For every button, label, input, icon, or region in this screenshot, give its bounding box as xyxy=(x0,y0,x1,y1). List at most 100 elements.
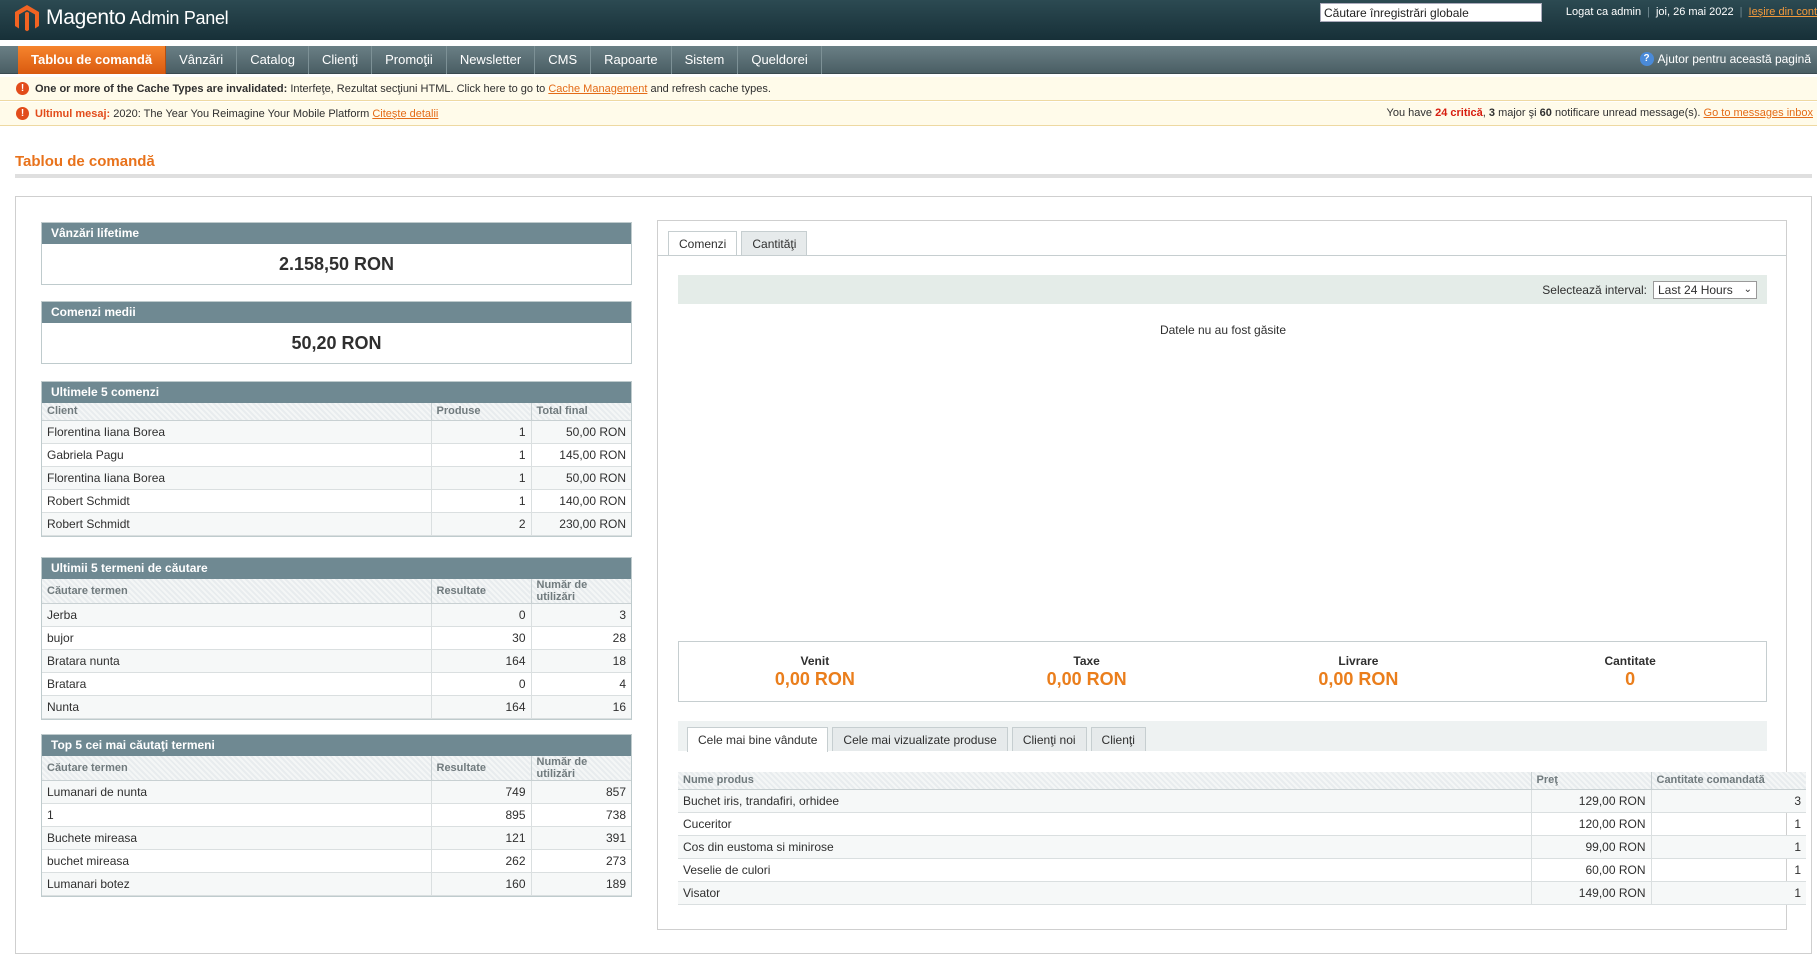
cache-management-link[interactable]: Cache Management xyxy=(548,83,647,95)
nav-customers[interactable]: Clienţi xyxy=(309,46,373,74)
quantity-cell: 1 xyxy=(1651,858,1806,882)
tab-most-viewed[interactable]: Cele mai vizualizate produse xyxy=(832,727,1008,751)
customer-cell: Florentina Iiana Borea xyxy=(42,466,432,490)
title-divider xyxy=(15,174,1812,178)
column-header[interactable]: Nume produs xyxy=(678,772,1532,790)
column-header[interactable]: Resultate xyxy=(431,756,532,781)
table-row[interactable]: Cos din eustoma si minirose 99,00 RON 1 xyxy=(678,835,1806,859)
top-search-box: Top 5 cei mai căutaţi termeni Căutare te… xyxy=(41,734,632,897)
header-user-links: Logat ca admin | joi, 26 mai 2022 | Ieşi… xyxy=(1566,6,1817,18)
price-cell: 99,00 RON xyxy=(1531,835,1652,859)
search-term-cell: Bratara nunta xyxy=(42,649,432,673)
column-header[interactable]: Căutare termen xyxy=(42,756,432,781)
table-row[interactable]: buchet mireasa 262 273 xyxy=(42,849,631,873)
column-header[interactable]: Căutare termen xyxy=(42,579,432,604)
interval-bar: Selectează interval: Last 24 Hours ⌄ xyxy=(678,275,1767,304)
read-details-link[interactable]: Citeşte detalii xyxy=(372,108,438,120)
total-value: 0,00 RON xyxy=(1046,669,1127,689)
search-term-cell: buchet mireasa xyxy=(42,849,432,873)
table-header-row: Client Produse Total final xyxy=(42,403,631,421)
lifetime-sales-box: Vânzări lifetime 2.158,50 RON xyxy=(41,222,632,285)
chevron-down-icon: ⌄ xyxy=(1743,284,1752,295)
nav-queldorei[interactable]: Queldorei xyxy=(738,46,822,74)
column-header[interactable]: Cantitate comandată xyxy=(1651,772,1806,790)
lifetime-sales-value: 2.158,50 RON xyxy=(278,254,395,274)
tab-new-customers[interactable]: Clienţi noi xyxy=(1011,727,1087,751)
help-link[interactable]: ? Ajutor pentru această pagină xyxy=(1639,52,1811,66)
last-message-text: 2020: The Year You Reimagine Your Mobile… xyxy=(110,107,373,120)
product-name-cell: Cos din eustoma si minirose xyxy=(678,835,1532,859)
warning-icon: ! xyxy=(16,82,29,95)
table-row[interactable]: Bratara 0 4 xyxy=(42,672,631,696)
nav-items: Tablou de comandă Vânzări Catalog Clienţ… xyxy=(18,46,822,74)
customer-cell: Gabriela Pagu xyxy=(42,443,432,467)
results-cell: 164 xyxy=(431,649,532,673)
separator: | xyxy=(1739,6,1743,18)
warning-icon: ! xyxy=(16,107,29,120)
table-row[interactable]: Cuceritor 120,00 RON 1 xyxy=(678,812,1806,836)
search-term-cell: Jerba xyxy=(42,603,432,627)
price-cell: 129,00 RON xyxy=(1531,789,1652,813)
tab-amounts[interactable]: Cantităţi xyxy=(741,231,808,255)
nav-catalog[interactable]: Catalog xyxy=(237,46,309,74)
results-cell: 0 xyxy=(431,603,532,627)
results-cell: 262 xyxy=(431,849,532,873)
table-row[interactable]: Gabriela Pagu 1 145,00 RON xyxy=(42,443,631,467)
nav-cms[interactable]: CMS xyxy=(535,46,592,74)
nav-system[interactable]: Sistem xyxy=(672,46,739,74)
table-row[interactable]: Buchet iris, trandafiri, orhidee 129,00 R… xyxy=(678,789,1806,813)
total-tax: Taxe 0,00 RON xyxy=(951,642,1223,701)
uses-cell: 16 xyxy=(531,695,631,719)
table-row[interactable]: Jerba 0 3 xyxy=(42,603,631,627)
average-orders-value: 50,20 RON xyxy=(291,333,382,353)
table-row[interactable]: Buchete mireasa 121 391 xyxy=(42,826,631,850)
table-row[interactable]: Florentina Iiana Borea 1 50,00 RON xyxy=(42,420,631,444)
table-row[interactable]: Florentina Iiana Borea 1 50,00 RON xyxy=(42,466,631,490)
main-nav: Tablou de comandă Vânzări Catalog Clienţ… xyxy=(0,46,1817,74)
tab-bestsellers[interactable]: Cele mai bine vândute xyxy=(687,727,829,752)
table-row[interactable]: Visator 149,00 RON 1 xyxy=(678,881,1806,905)
total-quantity: Cantitate 0 xyxy=(1494,642,1766,701)
table-row[interactable]: Nunta 164 16 xyxy=(42,695,631,719)
box-title: Comenzi medii xyxy=(42,302,631,323)
uses-cell: 391 xyxy=(531,826,631,850)
interval-label: Selectează interval: xyxy=(1542,283,1647,297)
column-header[interactable]: Client xyxy=(42,403,432,421)
diagram-tabs: Comenzi Cantităţi xyxy=(668,231,808,256)
interval-select[interactable]: Last 24 Hours ⌄ xyxy=(1653,281,1757,299)
table-row[interactable]: Lumanari de nunta 749 857 xyxy=(42,780,631,804)
messages-inbox-link[interactable]: Go to messages inbox xyxy=(1704,107,1813,119)
table-row[interactable]: Robert Schmidt 2 230,00 RON xyxy=(42,512,631,536)
logout-link[interactable]: Ieşire din cont xyxy=(1749,6,1817,18)
column-header[interactable]: Număr de utilizări xyxy=(531,579,631,604)
nav-promotions[interactable]: Promoţii xyxy=(372,46,447,74)
table-row[interactable]: Robert Schmidt 1 140,00 RON xyxy=(42,489,631,513)
column-header[interactable]: Total final xyxy=(531,403,631,421)
tabs-divider xyxy=(658,255,1786,256)
table-row[interactable]: Bratara nunta 164 18 xyxy=(42,649,631,673)
nav-newsletter[interactable]: Newsletter xyxy=(447,46,536,74)
column-header[interactable]: Număr de utilizări xyxy=(531,756,631,781)
nav-reports[interactable]: Rapoarte xyxy=(591,46,672,74)
nav-dashboard[interactable]: Tablou de comandă xyxy=(18,46,167,74)
inbox-summary: You have 24 critică, 3 major şi 60 notif… xyxy=(1387,107,1813,119)
logo-sub: Admin Panel xyxy=(129,8,229,28)
column-header[interactable]: Resultate xyxy=(431,579,532,604)
separator: | xyxy=(1647,6,1650,18)
column-header[interactable]: Preţ xyxy=(1531,772,1652,790)
column-header[interactable]: Produse xyxy=(431,403,532,421)
table-row[interactable]: Lumanari botez 160 189 xyxy=(42,872,631,896)
table-row[interactable]: Veselie de culori 60,00 RON 1 xyxy=(678,858,1806,882)
nav-sales[interactable]: Vânzări xyxy=(166,46,238,74)
total-label: Venit xyxy=(800,654,830,668)
global-search-input[interactable] xyxy=(1320,3,1542,22)
tab-orders[interactable]: Comenzi xyxy=(668,231,738,256)
total-label: Livrare xyxy=(1338,654,1379,668)
table-row[interactable]: 1 895 738 xyxy=(42,803,631,827)
tab-customers[interactable]: Clienţi xyxy=(1090,727,1146,751)
search-term-cell: Nunta xyxy=(42,695,432,719)
search-term-cell: Bratara xyxy=(42,672,432,696)
table-row[interactable]: bujor 30 28 xyxy=(42,626,631,650)
totals-bar: Venit 0,00 RON Taxe 0,00 RON Livrare 0,0… xyxy=(678,641,1767,702)
magento-logo[interactable]: Magento Admin Panel xyxy=(14,4,229,32)
